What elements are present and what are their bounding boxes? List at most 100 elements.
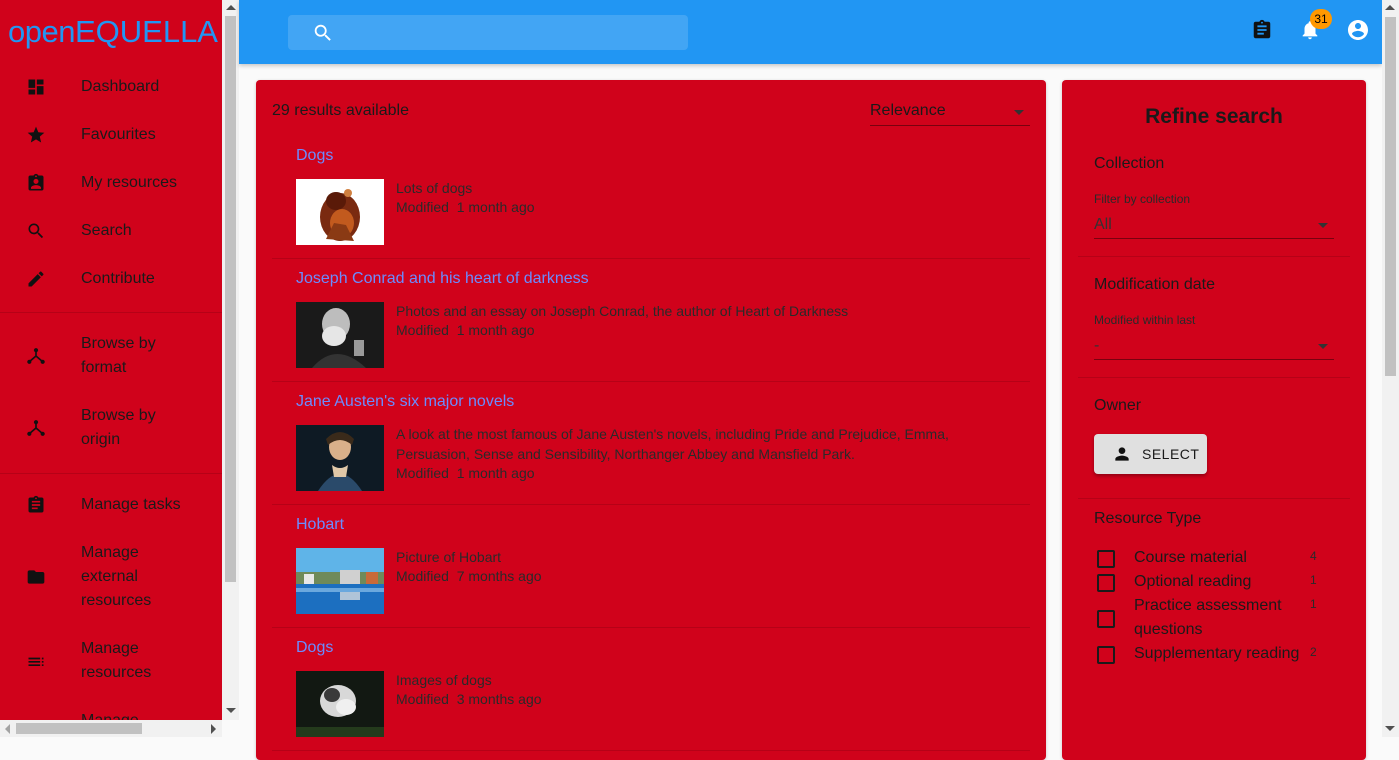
result-title-link[interactable]: Hobart: [296, 516, 344, 534]
page-scroll-thumb[interactable]: [1385, 17, 1396, 376]
assignment-icon: [1251, 19, 1273, 46]
assignment-ind-icon: [26, 173, 46, 193]
result-title-link[interactable]: Dogs: [296, 639, 333, 657]
modified-value: 7 months ago: [456, 568, 542, 584]
account-button[interactable]: [1346, 18, 1370, 47]
scroll-up-arrow-icon[interactable]: [226, 5, 236, 10]
scroll-left-arrow-icon[interactable]: [5, 724, 10, 734]
result-thumbnail[interactable]: [296, 179, 384, 245]
account-circle-icon: [1346, 18, 1370, 47]
option-count: 4: [1310, 549, 1317, 563]
sidebar-item-manage-tasks[interactable]: Manage tasks: [0, 493, 222, 517]
modified-value: 1 month ago: [456, 322, 535, 338]
sidebar-item-label: Manage resources: [81, 640, 152, 681]
scroll-up-arrow-icon[interactable]: [1385, 5, 1395, 10]
sidebar: openEQUELLA Dashboard Favourites My reso…: [0, 0, 222, 737]
dashboard-icon: [26, 77, 46, 97]
collection-select[interactable]: All: [1094, 211, 1334, 239]
checkbox-supplementary-reading[interactable]: [1097, 646, 1115, 664]
list-item: Hobart Picture of Hobart Modified 7 mont…: [272, 505, 1030, 628]
refine-divider: [1078, 256, 1350, 257]
owner-heading: Owner: [1094, 397, 1142, 414]
result-description: Images of dogs: [396, 672, 492, 688]
sidebar-item-search[interactable]: Search: [0, 219, 222, 243]
sidebar-item-my-resources[interactable]: My resources: [0, 171, 222, 195]
refine-divider: [1078, 377, 1350, 378]
sidebar-item-manage-resources[interactable]: Manage resources: [0, 637, 222, 685]
hierarchy-icon: [26, 418, 46, 438]
scroll-down-arrow-icon[interactable]: [226, 708, 236, 713]
list-item: Dogs Lots of dogs Modified 1 month ago: [272, 136, 1030, 259]
notification-badge: 31: [1310, 9, 1332, 29]
scroll-right-arrow-icon[interactable]: [211, 724, 216, 734]
sidebar-horizontal-scroll-thumb[interactable]: [16, 723, 142, 734]
modification-value: -: [1094, 337, 1100, 354]
app-logo[interactable]: openEQUELLA: [8, 14, 218, 50]
chevron-down-icon: [1014, 110, 1024, 115]
modified-value: 1 month ago: [456, 199, 535, 215]
checkbox-course-material[interactable]: [1097, 550, 1115, 568]
sort-select[interactable]: Relevance: [870, 94, 1030, 126]
list-item: Dogs Images of dogs Modified 3 months ag…: [272, 628, 1030, 751]
sidebar-item-favourites[interactable]: Favourites: [0, 123, 222, 147]
checkbox-label: Course material: [1134, 549, 1247, 566]
scroll-down-arrow-icon[interactable]: [1385, 726, 1395, 731]
results-count: 29 results available: [272, 102, 409, 119]
sidebar-item-label: Favourites: [81, 126, 156, 143]
list-icon: [26, 651, 46, 671]
sidebar-item-browse-by-format[interactable]: Browse by format: [0, 332, 222, 380]
sidebar-item-manage-external-resources[interactable]: Manage external resources: [0, 541, 222, 613]
collection-value: All: [1094, 216, 1112, 233]
checkbox-label: Optional reading: [1134, 573, 1252, 590]
checkbox-label: Practice assessment questions: [1134, 597, 1282, 638]
result-modified: Modified 3 months ago: [396, 691, 542, 707]
result-thumbnail[interactable]: [296, 671, 384, 737]
modified-label: Modified: [396, 322, 449, 338]
sidebar-scroll-thumb[interactable]: [225, 16, 236, 582]
modified-label: Modified: [396, 691, 449, 707]
logo-name: EQUELLA: [74, 14, 218, 49]
sidebar-item-dashboard[interactable]: Dashboard: [0, 75, 222, 99]
sidebar-divider: [0, 473, 222, 474]
modified-label: Modified: [396, 465, 449, 481]
sidebar-item-label: Browse by format: [81, 335, 156, 376]
sidebar-item-contribute[interactable]: Contribute: [0, 267, 222, 291]
result-title-link[interactable]: Dogs: [296, 147, 333, 165]
checkbox-practice-assessment-questions[interactable]: [1097, 610, 1115, 628]
search-icon: [312, 22, 334, 49]
modification-select[interactable]: -: [1094, 332, 1334, 360]
search-icon: [26, 221, 46, 241]
search-results-panel: 29 results available Relevance Dogs Lots…: [256, 80, 1046, 760]
owner-select-button[interactable]: SELECT: [1094, 434, 1207, 474]
modified-label: Modified: [396, 199, 449, 215]
person-icon: [1112, 444, 1132, 469]
result-modified: Modified 1 month ago: [396, 322, 535, 338]
option-count: 2: [1310, 645, 1317, 659]
sidebar-item-label: Search: [81, 222, 132, 239]
sidebar-item-label: Contribute: [81, 270, 155, 287]
sidebar-item-browse-by-origin[interactable]: Browse by origin: [0, 404, 222, 452]
pencil-icon: [26, 269, 46, 289]
sidebar-item-label: Manage external resources: [81, 544, 152, 609]
chevron-down-icon: [1318, 344, 1328, 349]
result-description: Lots of dogs: [396, 180, 473, 196]
result-thumbnail[interactable]: [296, 425, 384, 491]
option-count: 1: [1310, 597, 1317, 611]
collection-label: Filter by collection: [1094, 192, 1191, 206]
result-thumbnail[interactable]: [296, 548, 384, 614]
sidebar-item-label: Browse by origin: [81, 407, 156, 448]
option-count: 1: [1310, 573, 1317, 587]
checkbox-label: Supplementary reading: [1134, 645, 1300, 662]
modification-label: Modified within last: [1094, 313, 1196, 327]
modified-value: 1 month ago: [456, 465, 535, 481]
tasks-button[interactable]: [1250, 19, 1274, 46]
collection-heading: Collection: [1094, 155, 1165, 172]
result-thumbnail[interactable]: [296, 302, 384, 368]
result-title-link[interactable]: Jane Austen's six major novels: [296, 393, 514, 411]
result-modified: Modified 1 month ago: [396, 199, 535, 215]
search-bar[interactable]: [288, 15, 688, 50]
result-title-link[interactable]: Joseph Conrad and his heart of darkness: [296, 270, 589, 288]
checkbox-optional-reading[interactable]: [1097, 574, 1115, 592]
list-item: Joseph Conrad and his heart of darkness …: [272, 259, 1030, 382]
result-modified: Modified 7 months ago: [396, 568, 542, 584]
